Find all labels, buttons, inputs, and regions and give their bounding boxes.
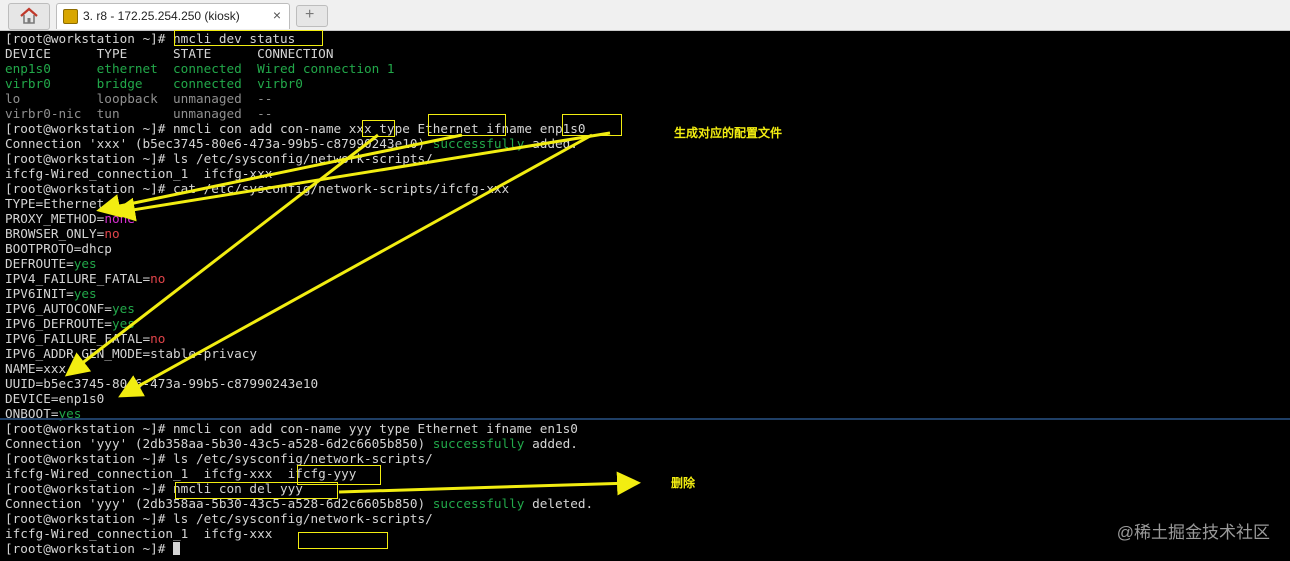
arrow-to-name [64, 133, 379, 377]
close-icon[interactable]: × [273, 7, 281, 23]
home-button[interactable] [8, 3, 50, 30]
annotation-generate-config: 生成对应的配置文件 [674, 126, 783, 140]
terminal-window[interactable]: [root@workstation ~]# nmcli dev status DE… [0, 30, 1290, 561]
arrow-to-delete [338, 471, 641, 496]
tab-bar: 3. r8 - 172.25.254.250 (kiosk) × + [0, 0, 1290, 31]
plus-icon: + [305, 6, 315, 23]
new-tab-button[interactable]: + [296, 5, 328, 27]
watermark: @稀土掘金技术社区 [1116, 523, 1270, 542]
annotation-delete: 删除 [671, 476, 696, 490]
arrow-to-type [96, 133, 463, 218]
home-icon [20, 7, 38, 24]
session-icon [63, 9, 78, 24]
annotation-arrows [64, 131, 641, 496]
tab-session[interactable]: 3. r8 - 172.25.254.250 (kiosk) × [56, 3, 290, 29]
tab-title: 3. r8 - 172.25.254.250 (kiosk) [83, 9, 240, 23]
